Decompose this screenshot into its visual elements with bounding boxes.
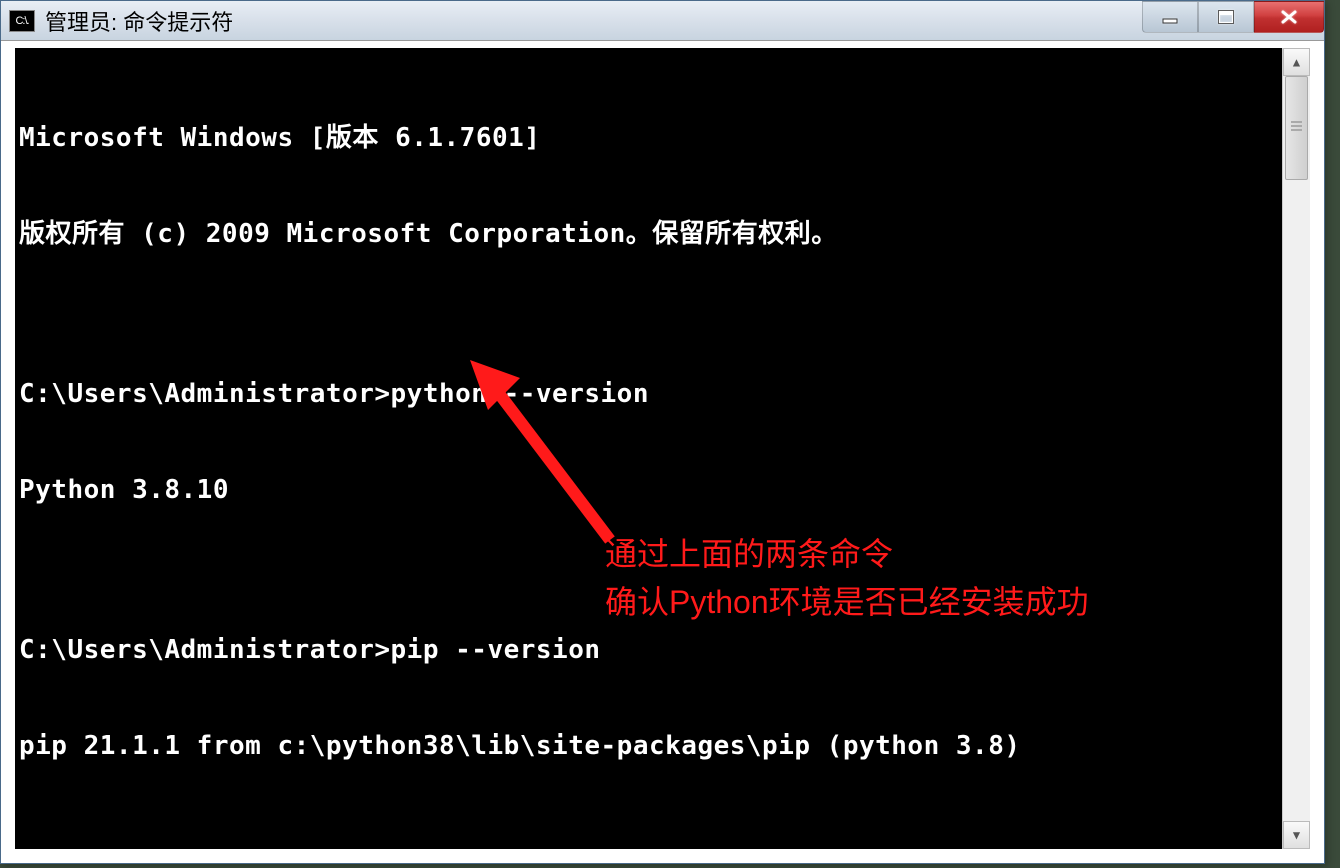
terminal-line: Microsoft Windows [版本 6.1.7601]	[19, 122, 1278, 154]
maximize-button[interactable]	[1198, 1, 1254, 33]
scroll-thumb[interactable]	[1285, 76, 1308, 180]
terminal-output[interactable]: Microsoft Windows [版本 6.1.7601] 版权所有 (c)…	[15, 48, 1282, 849]
window-title: 管理员: 命令提示符	[45, 5, 233, 37]
scroll-up-button[interactable]: ▲	[1283, 48, 1310, 76]
titlebar-left: C:\. 管理员: 命令提示符	[1, 5, 233, 37]
close-button[interactable]	[1254, 1, 1324, 33]
scroll-track[interactable]	[1283, 76, 1310, 821]
terminal-line: pip 21.1.1 from c:\python38\lib\site-pac…	[19, 730, 1278, 762]
vertical-scrollbar[interactable]: ▲ ▼	[1282, 48, 1310, 849]
scroll-down-button[interactable]: ▼	[1283, 821, 1310, 849]
terminal-line: Python 3.8.10	[19, 474, 1278, 506]
cmd-icon: C:\.	[9, 10, 35, 32]
window-controls	[1142, 1, 1324, 33]
terminal-line: 版权所有 (c) 2009 Microsoft Corporation。保留所有…	[19, 218, 1278, 250]
minimize-button[interactable]	[1142, 1, 1198, 33]
client-area: Microsoft Windows [版本 6.1.7601] 版权所有 (c)…	[15, 48, 1310, 849]
command-prompt-window: C:\. 管理员: 命令提示符 Microsoft Windows [版本 6.…	[0, 0, 1325, 864]
terminal-line: C:\Users\Administrator>python --version	[19, 378, 1278, 410]
titlebar[interactable]: C:\. 管理员: 命令提示符	[1, 1, 1324, 41]
terminal-line: C:\Users\Administrator>pip --version	[19, 634, 1278, 666]
